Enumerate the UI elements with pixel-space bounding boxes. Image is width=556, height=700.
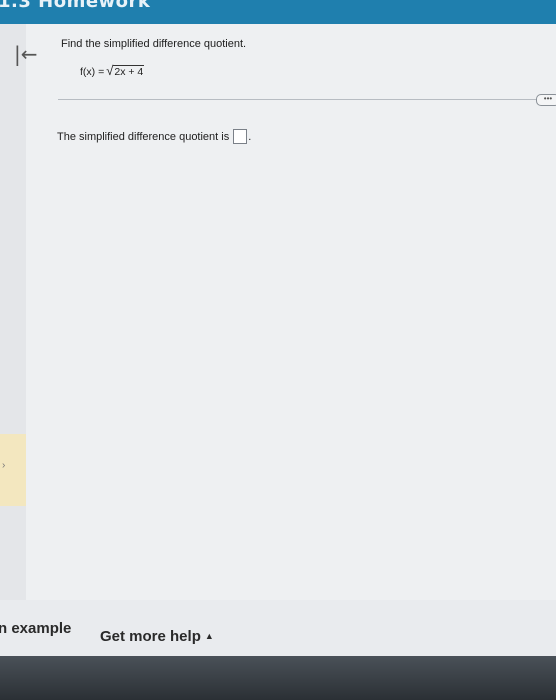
divider [58, 99, 536, 100]
view-example-button[interactable]: n example [0, 620, 71, 637]
caret-up-icon: ▲ [204, 631, 214, 641]
answer-row: The simplified difference quotient is . [57, 129, 251, 144]
function-expression: f(x) = √ 2x + 4 [80, 63, 145, 78]
answer-period: . [248, 130, 252, 143]
marker-icon: › [2, 460, 6, 471]
left-strip: › [0, 24, 26, 600]
get-more-help-label: Get more help [100, 628, 201, 645]
top-bar: 1.3 Homework [0, 0, 556, 24]
question-panel [26, 24, 556, 600]
more-options-button[interactable]: ••• [536, 94, 556, 106]
square-root-icon: √ [106, 63, 114, 78]
answer-input[interactable] [233, 129, 248, 144]
footer-bar [0, 656, 556, 700]
question-prompt: Find the simplified difference quotient. [61, 38, 247, 50]
function-lhs: f(x) = [80, 66, 105, 78]
bottom-bar [0, 600, 556, 656]
back-to-start-icon[interactable]: |← [14, 44, 38, 64]
answer-label: The simplified difference quotient is [57, 130, 230, 143]
get-more-help-button[interactable]: Get more help ▲ [100, 628, 214, 645]
question-marker[interactable]: › [0, 434, 26, 506]
function-radicand: 2x + 4 [113, 65, 145, 78]
assignment-title: 1.3 Homework [0, 0, 151, 12]
